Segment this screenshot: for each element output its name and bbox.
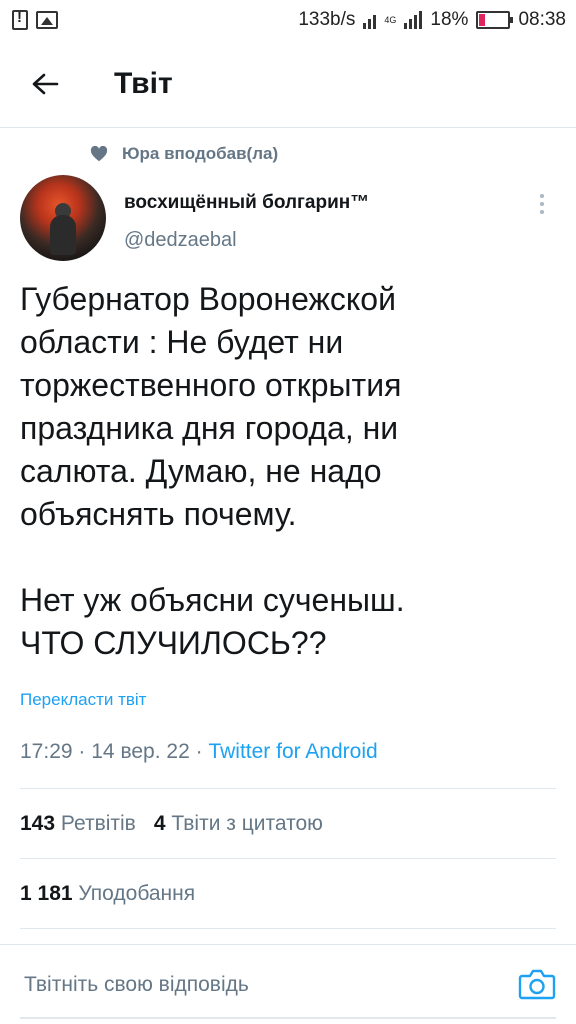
- top-app-bar: Твіт: [0, 40, 576, 128]
- avatar[interactable]: [20, 175, 106, 261]
- retweets-label: Ретвітів: [60, 812, 136, 835]
- more-vertical-icon: [540, 202, 544, 206]
- status-right: 133b/s 4G 18% 08:38: [298, 9, 566, 31]
- more-vertical-icon: [540, 210, 544, 214]
- divider: [20, 858, 556, 859]
- image-icon: [36, 11, 58, 29]
- back-button[interactable]: [20, 59, 70, 109]
- tweet-date: 14 вер. 22: [91, 740, 190, 763]
- tweet-time: 17:29: [20, 740, 73, 763]
- battery-fill: [479, 14, 485, 26]
- network-type: 4G: [384, 15, 397, 25]
- quotes-label: Твіти з цитатою: [171, 812, 323, 835]
- status-left: [12, 9, 58, 30]
- arrow-left-icon: [32, 73, 59, 94]
- heart-icon: [90, 146, 108, 162]
- tweet-source-link[interactable]: Twitter for Android: [208, 740, 377, 763]
- likes-label: Уподобання: [78, 882, 196, 905]
- author-name[interactable]: восхищённый болгарин™: [124, 192, 369, 214]
- clock: 08:38: [518, 9, 566, 30]
- avatar-figure-body: [50, 215, 76, 255]
- battery-icon: [476, 11, 514, 29]
- author-handle[interactable]: @dedzaebal: [124, 229, 237, 252]
- social-context[interactable]: Юра вподобав(ла): [90, 144, 278, 164]
- divider: [20, 928, 556, 929]
- reply-bar: [0, 944, 576, 1024]
- tweet-meta: 17:29 · 14 вер. 22 · Twitter for Android: [20, 740, 378, 764]
- more-vertical-icon: [540, 194, 544, 198]
- signal-icon: [363, 11, 377, 29]
- battery-percent: 18%: [430, 9, 469, 30]
- divider: [20, 788, 556, 789]
- tweet-text: Губернатор Воронежской области : Не буде…: [20, 281, 405, 661]
- meta-separator: ·: [78, 740, 86, 763]
- reply-underline: [20, 1017, 556, 1019]
- reply-input[interactable]: [24, 973, 484, 997]
- social-context-label: Юра вподобав(ла): [122, 144, 279, 163]
- likes-count: 1 181: [20, 882, 73, 905]
- network-speed: 133b/s: [298, 9, 356, 30]
- retweets-count: 143: [20, 812, 56, 835]
- more-options-button[interactable]: [530, 190, 554, 218]
- translate-tweet-link[interactable]: Перекласти твіт: [20, 690, 146, 710]
- camera-icon: [518, 969, 556, 1000]
- likes-stat[interactable]: 1 181 Уподобання: [20, 882, 195, 906]
- engagement-stats: 143 Ретвітів 4 Твіти з цитатою: [20, 812, 323, 836]
- alert-icon: [12, 9, 28, 30]
- quotes-stat[interactable]: 4 Твіти з цитатою: [154, 812, 323, 836]
- status-bar: 133b/s 4G 18% 08:38: [0, 0, 576, 40]
- retweets-stat[interactable]: 143 Ретвітів: [20, 812, 136, 836]
- page-title: Твіт: [114, 66, 173, 100]
- camera-button[interactable]: [518, 967, 556, 1001]
- meta-separator: ·: [195, 740, 203, 763]
- quotes-count: 4: [153, 812, 166, 835]
- signal-icon: [404, 11, 423, 29]
